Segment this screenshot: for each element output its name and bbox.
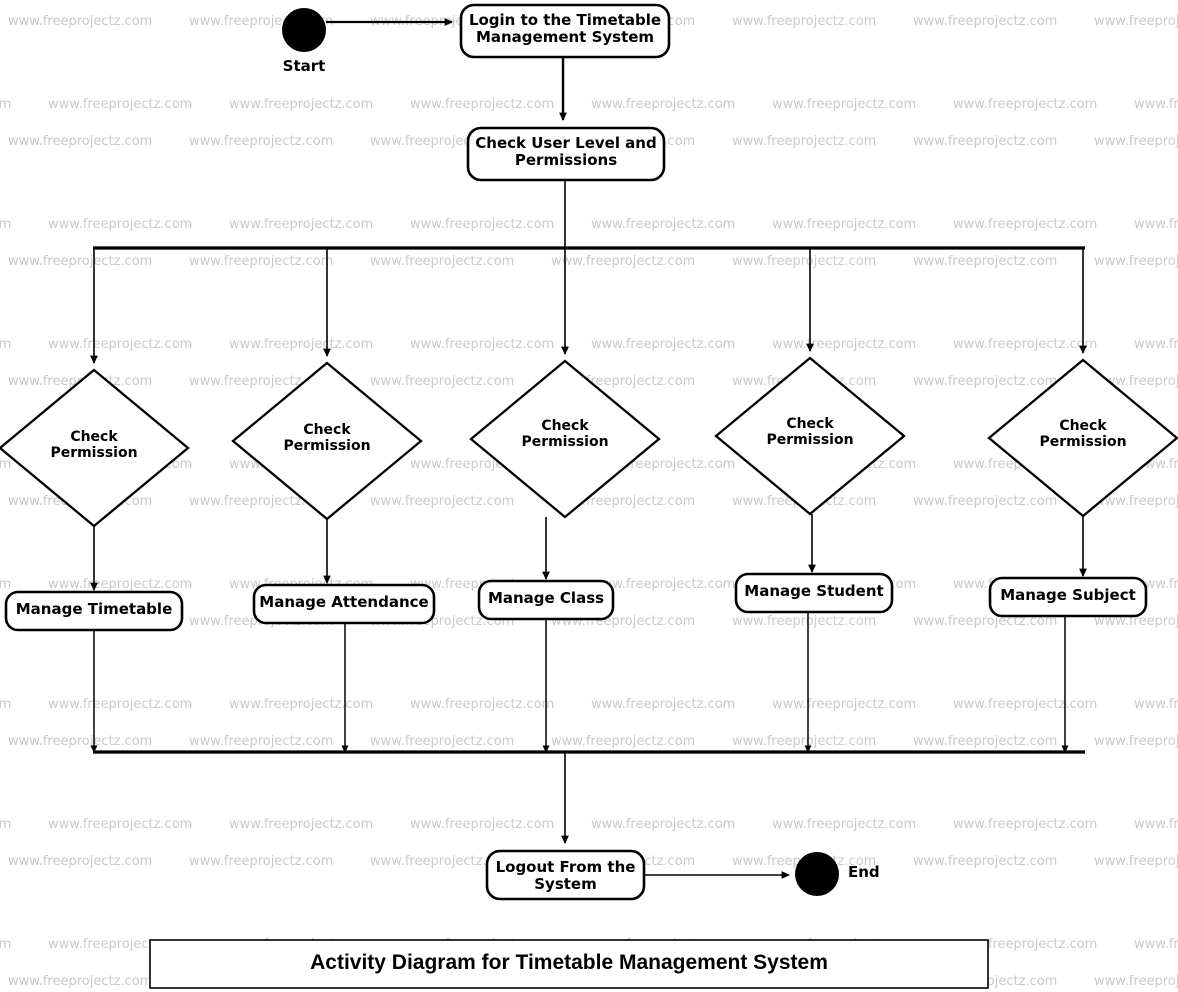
logout-action-box[interactable] xyxy=(485,849,646,901)
manage-subject-action-box[interactable] xyxy=(988,576,1148,618)
manage-timetable-action-box[interactable] xyxy=(4,590,184,632)
decision-node-3[interactable] xyxy=(469,359,661,519)
decision-node-2[interactable] xyxy=(231,361,423,521)
decision-node-5[interactable] xyxy=(987,358,1178,518)
start-node[interactable] xyxy=(282,8,326,52)
login-action-box[interactable] xyxy=(459,3,671,59)
check-user-level-action-box[interactable] xyxy=(466,126,666,182)
decision-node-1[interactable] xyxy=(0,368,190,528)
manage-student-action-box[interactable] xyxy=(734,572,894,614)
end-node[interactable] xyxy=(795,852,839,896)
manage-class-action-box[interactable] xyxy=(477,579,615,621)
title-box xyxy=(149,939,989,989)
manage-attendance-action-box[interactable] xyxy=(252,583,436,625)
activity-diagram-canvas: www.freeprojectz.com www.freeprojectz.com… xyxy=(0,0,1178,992)
diagram-vector-layer xyxy=(0,3,1178,989)
decision-node-4[interactable] xyxy=(714,356,906,516)
